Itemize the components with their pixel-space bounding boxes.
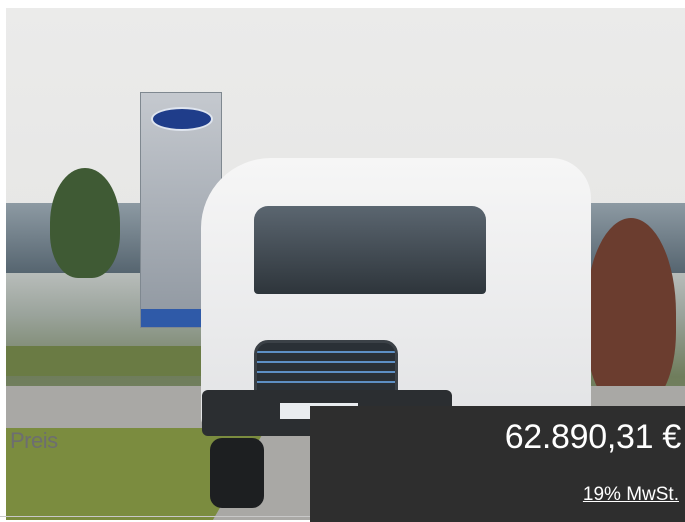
divider	[0, 516, 310, 517]
van-windshield	[254, 206, 486, 294]
shrub	[586, 218, 676, 408]
tree	[50, 168, 120, 278]
lawn	[6, 346, 206, 376]
price-box: 62.890,31 € 19% MwSt.	[310, 406, 685, 522]
price-value: 62.890,31 €	[504, 418, 682, 456]
van-wheel	[210, 438, 264, 508]
vat-note-link[interactable]: 19% MwSt.	[583, 484, 679, 506]
brand-logo	[151, 107, 213, 131]
price-label: Preis	[10, 428, 58, 453]
